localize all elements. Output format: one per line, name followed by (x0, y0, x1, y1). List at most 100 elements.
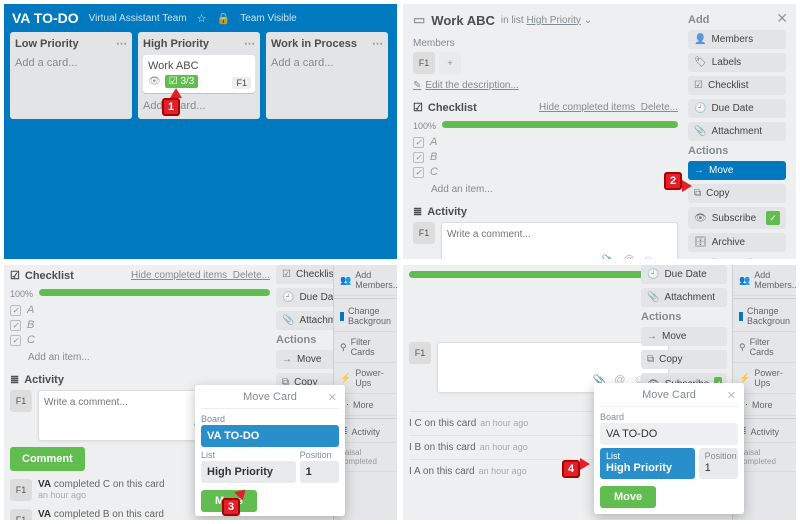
comment-box[interactable]: 📎 @ ☺ ▭ (441, 222, 678, 259)
visibility[interactable]: Team Visible (240, 13, 297, 24)
add-members-button[interactable]: 👤Members (688, 30, 786, 49)
delete-checklist[interactable]: Delete... (641, 102, 678, 113)
members-heading: Members (413, 38, 678, 49)
list-low-priority: Low Priority ⋯ Add a card... (10, 32, 132, 119)
comment-input[interactable] (443, 349, 663, 360)
list-title[interactable]: High Priority (143, 38, 209, 50)
progress-pct: 100% (10, 289, 33, 299)
current-user-avatar: F1 (413, 222, 435, 244)
popover-title: Move Card (243, 391, 297, 403)
close-icon[interactable]: ✕ (776, 10, 788, 27)
copy-button[interactable]: ⧉Copy (688, 184, 786, 203)
menu-filter[interactable]: ⚲Filter Cards (334, 332, 397, 363)
actions-heading: Actions (641, 311, 727, 323)
edit-description[interactable]: ✎Edit the description... (413, 80, 519, 91)
add-duedate-button[interactable]: 🕘Due Date (688, 99, 786, 118)
card-work-abc[interactable]: Work ABC 👁 ☑ 3/3 F1 (143, 55, 255, 93)
star-icon[interactable]: ☆ (197, 12, 207, 25)
move-button[interactable]: →Move (641, 327, 727, 346)
board-select[interactable]: VA TO-DO (600, 423, 738, 445)
lock-icon: 🔒 (217, 12, 231, 25)
position-select[interactable]: 1 (300, 461, 339, 483)
comment-input[interactable] (447, 229, 672, 240)
card-location: in list High Priority ⌄ (501, 15, 592, 26)
trello-board: VA TO-DO Virtual Assistant Team ☆ 🔒 Team… (4, 4, 397, 259)
card-icon[interactable]: ▭ (662, 254, 672, 259)
menu-change-bg[interactable]: Change Backgroun (334, 301, 397, 332)
hide-completed[interactable]: Hide completed items (539, 102, 635, 113)
add-attachment-button[interactable]: 📎Attachment (688, 122, 786, 141)
card-sidebar: Add 👤Members 🏷Labels ☑Checklist 🕘Due Dat… (688, 12, 786, 251)
annotation-arrow (170, 88, 182, 98)
emoji-icon[interactable]: ☺ (642, 254, 653, 259)
add-card[interactable]: Add a card... (143, 98, 255, 114)
add-member-button[interactable]: + (439, 52, 461, 74)
check-item[interactable]: ✓C (413, 166, 678, 178)
check-item[interactable]: ✓A (10, 304, 270, 316)
current-user-avatar: F1 (409, 342, 431, 364)
mention-icon[interactable]: @ (623, 254, 634, 259)
list-menu-icon[interactable]: ⋯ (372, 37, 383, 50)
card-title[interactable]: Work ABC (431, 13, 495, 28)
subscribe-button[interactable]: 👁Subscribe✓ (688, 207, 786, 229)
current-user-avatar: F1 (10, 390, 32, 412)
list-menu-icon[interactable]: ⋯ (244, 37, 255, 50)
board-label: Board (201, 414, 339, 424)
menu-filter[interactable]: ⚲Filter Cards (733, 332, 796, 363)
chevron-down-icon: ⌄ (584, 15, 592, 26)
move-card-popover: Move Card✕ Board VA TO-DO ListHigh Prior… (594, 383, 744, 514)
list-label: List (606, 451, 620, 461)
annotation-3: 3 (222, 498, 240, 516)
board-title[interactable]: VA TO-DO (12, 10, 79, 26)
check-item[interactable]: ✓B (413, 151, 678, 163)
eye-icon: 👁 (148, 76, 161, 87)
list-high-priority: High Priority ⋯ Work ABC 👁 ☑ 3/3 F1 Add a… (138, 32, 260, 119)
card-name: Work ABC (148, 60, 250, 72)
member-avatar[interactable]: F1 (413, 52, 435, 74)
delete-checklist[interactable]: Delete... (233, 270, 270, 281)
checklist-heading: Checklist (25, 270, 74, 282)
card-icon: ▭ (413, 12, 425, 28)
annotation-4: 4 (562, 460, 580, 478)
add-attachment-button[interactable]: 📎Attachment (641, 288, 727, 307)
activity-heading: Activity (24, 374, 64, 386)
list-title[interactable]: Low Priority (15, 38, 79, 50)
activity-icon: ≣ (413, 205, 422, 218)
position-label: Position (300, 450, 339, 460)
move-confirm-button[interactable]: Move (600, 486, 656, 508)
activity-heading: Activity (427, 206, 467, 218)
add-check-item[interactable]: Add an item... (28, 352, 270, 363)
team-name[interactable]: Virtual Assistant Team (89, 13, 187, 24)
share-link[interactable]: Share and more... (688, 258, 786, 259)
add-card[interactable]: Add a card... (15, 55, 127, 71)
checklist-icon: ☑ (413, 101, 423, 114)
board-select[interactable]: VA TO-DO (201, 425, 339, 447)
add-labels-button[interactable]: 🏷Labels (688, 53, 786, 72)
archive-button[interactable]: 🗄Archive (688, 233, 786, 252)
annotation-1: 1 (162, 98, 180, 116)
close-icon[interactable]: ✕ (328, 391, 337, 404)
progress-bar (442, 121, 678, 128)
close-icon[interactable]: ✕ (727, 389, 736, 402)
add-card[interactable]: Add a card... (271, 55, 383, 71)
menu-add-members[interactable]: 👥Add Members... (334, 265, 397, 296)
add-checklist-button[interactable]: ☑Checklist (688, 76, 786, 95)
menu-change-bg[interactable]: Change Backgroun (733, 301, 796, 332)
add-duedate-button[interactable]: 🕘Due Date (641, 265, 727, 284)
member-chip: F1 (232, 77, 251, 89)
copy-button[interactable]: ⧉Copy (641, 350, 727, 369)
add-check-item[interactable]: Add an item... (431, 184, 678, 195)
list-select[interactable]: High Priority (201, 461, 296, 483)
attach-icon[interactable]: 📎 (601, 254, 615, 259)
list-menu-icon[interactable]: ⋯ (116, 37, 127, 50)
comment-button[interactable]: Comment (10, 447, 85, 471)
check-item[interactable]: ✓C (10, 334, 270, 346)
menu-add-members[interactable]: 👥Add Members... (733, 265, 796, 296)
checklist-heading: Checklist (428, 102, 477, 114)
check-item[interactable]: ✓A (413, 136, 678, 148)
move-button[interactable]: →Move (688, 161, 786, 180)
check-item[interactable]: ✓B (10, 319, 270, 331)
panel-3: ☑Checklist Hide completed items Delete..… (4, 265, 397, 520)
hide-completed[interactable]: Hide completed items (131, 270, 227, 281)
list-title[interactable]: Work in Process (271, 38, 357, 50)
